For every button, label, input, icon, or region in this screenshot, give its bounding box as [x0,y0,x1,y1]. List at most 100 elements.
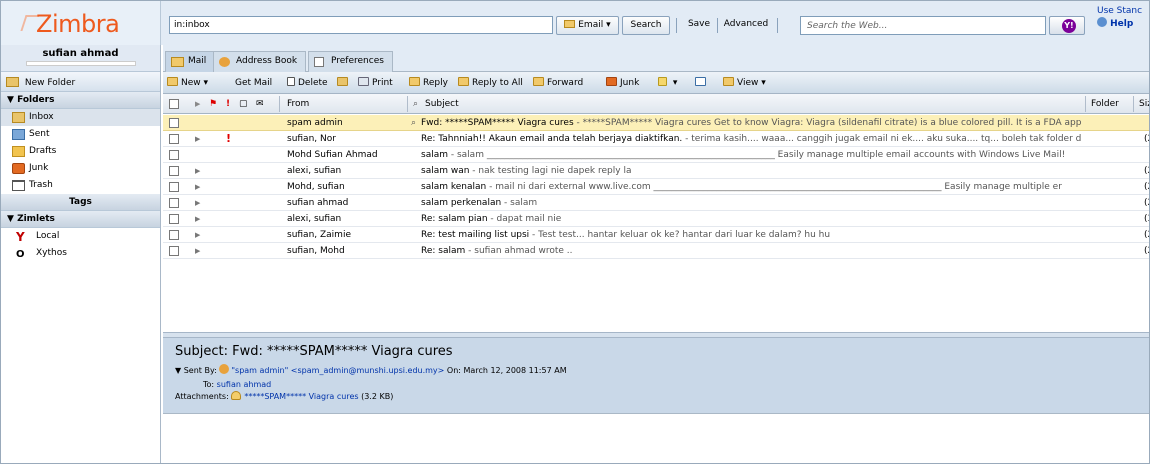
message-subject-cell: Re: salam pian - dapat mail nie [421,211,1081,226]
quota-bar [25,61,136,66]
row-checkbox[interactable] [169,246,179,256]
row-checkbox[interactable] [169,230,179,240]
size-column-header[interactable]: Size [1139,94,1149,114]
sender-link[interactable]: "spam admin" <spam_admin@munshi.upsi.edu… [231,366,444,375]
reply-button[interactable]: Reply [409,76,448,91]
row-checkbox[interactable] [169,118,179,128]
expand-thread-icon[interactable]: ▶ [195,163,200,178]
advanced-search-button[interactable]: Advanced [720,16,772,35]
web-search-input[interactable]: Search the Web... [800,16,1046,35]
message-subject-cell: Re: salam - sufian ahmad wrote .. [421,243,1081,258]
collapse-header-icon[interactable]: ▼ [175,366,181,375]
email-scope-dropdown[interactable]: Email ▾ [556,16,619,35]
move-button[interactable] [337,76,351,91]
expand-thread-icon[interactable]: ▶ [195,211,200,226]
email-icon [564,20,576,28]
junk-button[interactable]: Junk [606,76,639,91]
forward-button[interactable]: Forward [533,76,583,91]
sidebar-item-sent[interactable]: Sent [1,126,160,143]
message-row[interactable]: ▶! sufian, Nor Re: Tahnniah!! Akaun email … [163,131,1149,147]
from-column-header[interactable]: From [287,94,309,114]
message-row[interactable]: ▶ alexi, sufian Re: salam pian - dapat mai… [163,211,1149,227]
message-size: (2 [1144,230,1149,240]
row-checkbox[interactable] [169,214,179,224]
message-row[interactable]: ▶ Mohd, sufian salam kenalan - mail ni dar… [163,179,1149,195]
tag-column-icon[interactable]: ▢ [239,94,248,114]
sidebar-item-inbox[interactable]: Inbox [1,109,160,126]
junk-icon [606,77,617,86]
message-row[interactable]: spam admin ⌕ Fwd: *****SPAM***** Viagra cu… [163,115,1149,131]
expand-thread-icon[interactable]: ▶ [195,131,200,146]
message-row[interactable]: Mohd Sufian Ahmad salam - salam _________… [163,147,1149,163]
save-search-button[interactable]: Save [682,16,716,35]
attachment-column-icon[interactable]: ⌕ [413,94,418,114]
zimbra-window: Zimbra in:inbox Email ▾ Search Save Adva… [0,0,1150,464]
expand-thread-icon[interactable]: ▶ [195,195,200,210]
folders-title: Folders [17,95,55,105]
message-row[interactable]: ▶ sufian, Mohd Re: salam - sufian ahmad wr… [163,243,1149,259]
help-link[interactable]: Help [1097,17,1142,30]
search-input[interactable]: in:inbox [169,16,553,34]
toolbar-label: View [737,78,759,88]
chevron-down-icon: ▾ [672,78,678,88]
tab-label: Mail [188,56,207,66]
zimlet-label: Local [36,231,60,241]
expand-thread-icon[interactable]: ▶ [195,227,200,242]
view-menu-button[interactable]: View ▾ [723,76,766,91]
search-button[interactable]: Search [622,16,670,35]
priority-column-icon[interactable]: ! [226,94,230,114]
tag-button[interactable]: ▾ [658,76,677,91]
zimlet-xythos[interactable]: O Xythos [1,245,160,262]
delete-button[interactable]: Delete [287,76,328,91]
status-column-icon[interactable]: ✉ [256,94,264,114]
subject-column-header[interactable]: Subject [425,94,459,114]
select-all-checkbox[interactable] [169,99,179,109]
row-checkbox[interactable] [169,198,179,208]
tab-address-book[interactable]: Address Book [213,51,307,72]
zimlets-section-header[interactable]: ▼ Zimlets [1,211,160,228]
print-button[interactable]: Print [358,76,393,91]
sidebar-item-trash[interactable]: Trash [1,177,160,194]
flag-column-icon[interactable]: ⚑ [209,94,217,114]
message-row[interactable]: ▶ alexi, sufian salam wan - nak testing la… [163,163,1149,179]
message-from: Mohd Sufian Ahmad [287,150,378,160]
folder-column-header[interactable]: Folder [1091,94,1119,114]
message-size: (2 [1144,134,1149,144]
user-header: sufian ahmad [1,45,160,72]
attachments-line: Attachments: *****SPAM***** Viagra cures… [175,391,1143,403]
get-mail-button[interactable]: Get Mail [235,76,272,91]
zimbra-logo[interactable]: Zimbra [1,1,161,45]
tab-preferences[interactable]: Preferences [308,51,393,72]
detach-button[interactable] [695,76,709,91]
trash-icon [12,180,25,191]
view-icon [723,77,734,86]
chevron-down-icon: ▾ [203,78,209,88]
row-checkbox[interactable] [169,134,179,144]
new-folder-button[interactable]: New Folder [1,72,160,92]
email-scope-label: Email [578,20,604,30]
expand-thread-icon[interactable]: ▶ [195,243,200,258]
row-checkbox[interactable] [169,166,179,176]
sidebar-item-junk[interactable]: Junk [1,160,160,177]
message-row[interactable]: ▶ sufian ahmad salam perkenalan - salam (2 [163,195,1149,211]
expand-column-icon[interactable]: ▶ [195,94,200,114]
expand-thread-icon[interactable]: ▶ [195,179,200,194]
reply-all-button[interactable]: Reply to All [458,76,523,91]
tab-mail[interactable]: Mail [165,51,216,72]
yahoo-search-button[interactable]: Y! [1049,16,1085,35]
message-row[interactable]: ▶ sufian, Zaimie Re: test mailing list ups… [163,227,1149,243]
move-folder-icon [337,77,348,86]
recipient-link[interactable]: sufian ahmad [217,380,272,389]
row-checkbox[interactable] [169,150,179,160]
main-area: Mail Address Book Preferences New ▾ Get … [163,45,1149,463]
message-fragment: - sufian ahmad wrote .. [465,246,573,256]
message-subject-text: Re: salam pian [421,214,488,224]
tags-section-header[interactable]: Tags [1,194,160,211]
new-button[interactable]: New ▾ [167,76,208,91]
folders-section-header[interactable]: ▼ Folders [1,92,160,109]
sidebar-item-drafts[interactable]: Drafts [1,143,160,160]
zimlet-local[interactable]: Y Local [1,228,160,245]
attachment-link[interactable]: *****SPAM***** Viagra cures [244,392,358,401]
standard-client-link[interactable]: Use Stanc [1097,6,1142,16]
row-checkbox[interactable] [169,182,179,192]
